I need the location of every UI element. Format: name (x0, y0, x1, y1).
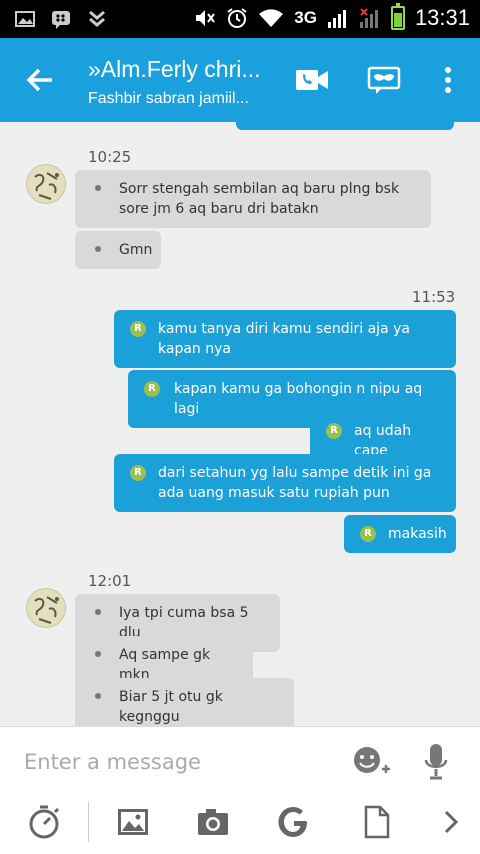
toolbar-divider (88, 802, 89, 842)
message-text: Gmn (119, 242, 153, 258)
bbm-notification-icon (52, 11, 70, 29)
sent-dot-icon (95, 609, 101, 615)
read-status-icon: R (360, 526, 376, 542)
contact-status: Fashbir sabran jamiil... (88, 90, 249, 107)
chevron-right-icon[interactable] (434, 804, 470, 840)
message-text: Biar 5 jt otu gk kegnggu (119, 689, 223, 725)
message-bubble[interactable]: Rmakasih (344, 515, 456, 553)
compose-bar (0, 726, 480, 796)
message-bubble[interactable]: Gmn (75, 231, 161, 269)
message-text: kamu tanya diri kamu sendiri aja ya kapa… (158, 321, 410, 357)
microphone-icon[interactable] (424, 743, 448, 781)
sent-dot-icon (95, 651, 101, 657)
overflow-menu-icon[interactable] (430, 62, 466, 98)
message-timestamp: 10:25 (88, 148, 132, 166)
message-bubble[interactable]: Rkamu tanya diri kamu sendiri aja ya kap… (114, 310, 456, 368)
message-bubble[interactable]: Rdari setahun yg lalu sampe detik ini ga… (114, 454, 456, 512)
sent-dot-icon (95, 693, 101, 699)
message-bubble[interactable]: Sorr stengah sembilan aq baru plng bsk s… (75, 170, 431, 228)
app-bar: »Alm.Ferly chri... Fashbir sabran jamiil… (0, 38, 480, 122)
read-status-icon: R (144, 381, 160, 397)
battery-icon (390, 3, 405, 30)
download-notification-icon (89, 10, 105, 27)
read-status-icon: R (326, 423, 342, 439)
message-timestamp: 11:53 (412, 288, 456, 306)
network-type: 3G (294, 8, 317, 27)
avatar[interactable] (26, 164, 66, 204)
attachment-toolbar (0, 796, 480, 854)
message-text: dari setahun yg lalu sampe detik ini ga … (158, 465, 432, 501)
avatar-image (27, 165, 65, 203)
read-status-icon: R (130, 465, 146, 481)
message-text: makasih (388, 526, 447, 542)
clock: 13:31 (414, 5, 470, 30)
camera-icon[interactable] (195, 804, 231, 840)
status-bar: 3G 13:31 (0, 0, 480, 38)
message-input[interactable] (24, 747, 324, 777)
video-call-icon[interactable] (294, 62, 330, 98)
private-chat-icon[interactable] (366, 62, 402, 98)
sent-dot-icon (95, 246, 101, 252)
read-status-icon: R (130, 321, 146, 337)
message-text: Sorr stengah sembilan aq baru plng bsk s… (119, 181, 400, 217)
previous-message-edge (236, 122, 454, 130)
sent-dot-icon (95, 185, 101, 191)
timer-icon[interactable] (26, 804, 62, 840)
back-arrow-icon[interactable] (22, 62, 58, 98)
alarm-icon (227, 8, 247, 28)
emoji-add-icon[interactable] (352, 745, 392, 779)
signal-sim2-icon (359, 8, 378, 28)
message-timestamp: 12:01 (88, 572, 132, 590)
gallery-icon[interactable] (115, 804, 151, 840)
message-bubble[interactable]: Biar 5 jt otu gk kegnggu (75, 678, 294, 726)
google-search-icon[interactable] (276, 804, 312, 840)
signal-icon (327, 10, 346, 28)
file-icon[interactable] (358, 804, 394, 840)
avatar-image (27, 589, 65, 627)
gallery-notification-icon (15, 11, 35, 27)
contact-name[interactable]: »Alm.Ferly chri... (88, 56, 261, 83)
avatar[interactable] (26, 588, 66, 628)
mute-icon (196, 10, 216, 26)
wifi-icon (259, 9, 284, 27)
chat-area[interactable]: 10:25 Sorr stengah sembilan aq baru plng… (0, 122, 480, 726)
